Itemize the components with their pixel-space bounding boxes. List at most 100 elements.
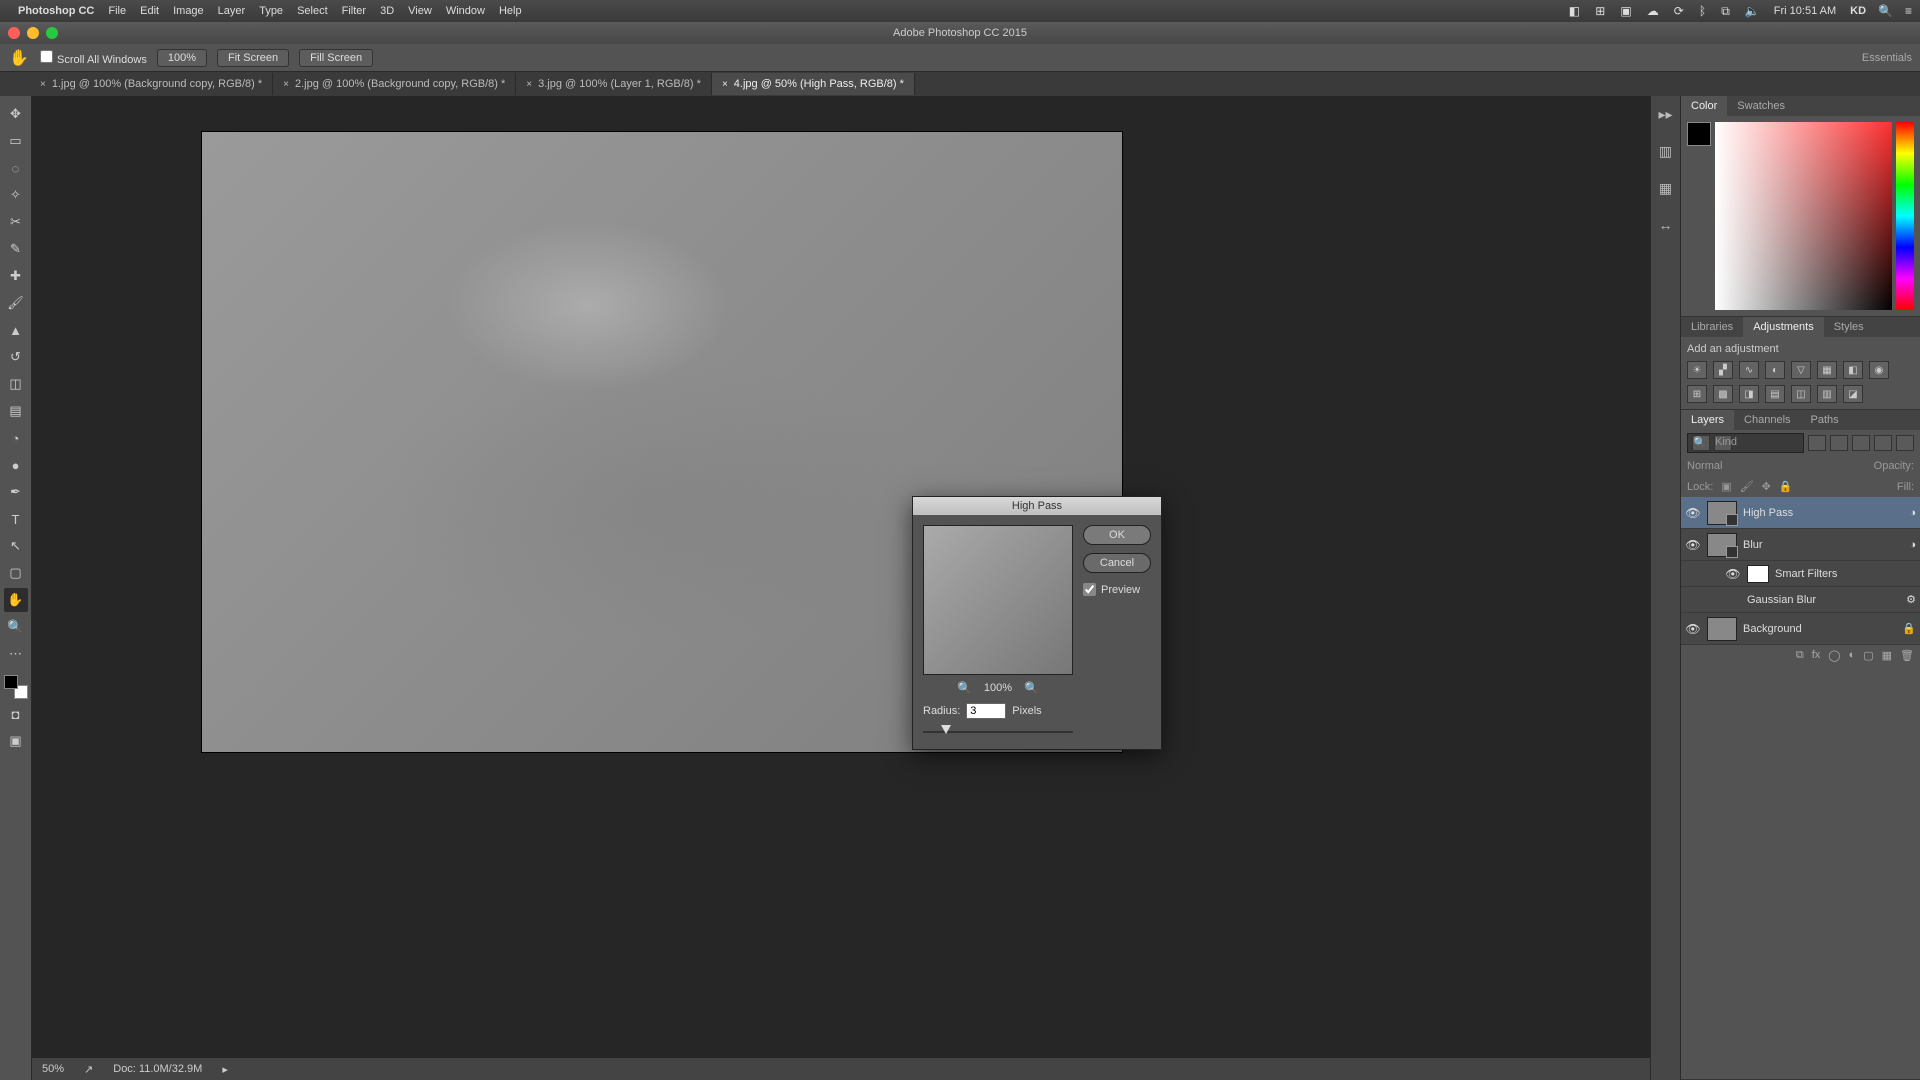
history-icon[interactable]: ▥ [1659,143,1672,160]
scroll-all-checkbox[interactable]: Scroll All Windows [40,50,147,66]
document-tab[interactable]: ×2.jpg @ 100% (Background copy, RGB/8) * [273,73,516,95]
layer-name[interactable]: Gaussian Blur [1747,594,1816,606]
group-icon[interactable]: ▢ [1863,649,1873,662]
crop-tool[interactable]: ✂ [4,210,28,234]
tab-libraries[interactable]: Libraries [1681,317,1743,337]
layer-fx-icon[interactable]: fx [1812,649,1821,662]
tab-layers[interactable]: Layers [1681,410,1734,430]
dodge-tool[interactable]: ● [4,453,28,477]
window-titlebar[interactable]: Adobe Photoshop CC 2015 [0,22,1920,44]
close-icon[interactable]: × [526,79,532,90]
invert-icon[interactable]: ◨ [1739,385,1759,403]
radius-slider[interactable] [923,725,1073,739]
tab-color[interactable]: Color [1681,96,1727,116]
delete-layer-icon[interactable]: 🗑 [1900,649,1914,662]
lock-pixels-icon[interactable]: 🖌 [1740,480,1754,493]
tray-icon[interactable]: ▣ [1620,4,1631,18]
volume-icon[interactable]: 🔈 [1745,4,1760,18]
menu-edit[interactable]: Edit [140,5,159,17]
high-pass-dialog[interactable]: High Pass 🔍 100% 🔍 Radius: Pixels [912,496,1162,750]
ok-button[interactable]: OK [1083,525,1151,545]
document-tab[interactable]: ×3.jpg @ 100% (Layer 1, RGB/8) * [516,73,712,95]
bw-icon[interactable]: ◧ [1843,361,1863,379]
eyedropper-tool[interactable]: ✎ [4,237,28,261]
gradient-map-icon[interactable]: ▥ [1817,385,1837,403]
status-chevron-icon[interactable]: ▸ [222,1063,228,1076]
link-layers-icon[interactable]: ⧉ [1796,649,1804,662]
filter-mask-thumbnail[interactable] [1747,565,1769,583]
edit-toolbar[interactable]: ⋯ [4,642,28,666]
tab-adjustments[interactable]: Adjustments [1743,317,1824,337]
info-icon[interactable]: ↔ [1659,217,1673,233]
exposure-icon[interactable]: ◐ [1765,361,1785,379]
quickmask-toggle[interactable]: ◘ [4,702,28,726]
dialog-title[interactable]: High Pass [913,497,1161,515]
selective-color-icon[interactable]: ◪ [1843,385,1863,403]
menubar-clock[interactable]: Fri 10:51 AM [1774,5,1836,17]
status-doc-size[interactable]: Doc: 11.0M/32.9M [113,1063,202,1075]
color-field[interactable] [1715,122,1892,310]
close-icon[interactable]: × [722,79,728,90]
screenmode-toggle[interactable]: ▣ [4,729,28,753]
filter-settings-icon[interactable]: ⚙ [1906,593,1916,606]
status-arrow-icon[interactable]: ↗ [84,1063,93,1076]
levels-icon[interactable]: ▞ [1713,361,1733,379]
canvas-area[interactable]: High Pass 🔍 100% 🔍 Radius: Pixels [32,96,1650,1080]
layer-row[interactable]: Gaussian Blur ⚙ [1681,587,1920,613]
filter-type-icon[interactable] [1852,435,1870,451]
type-tool[interactable]: T [4,507,28,531]
close-icon[interactable]: × [283,79,289,90]
marquee-tool[interactable]: ▭ [4,129,28,153]
hue-icon[interactable]: ▦ [1817,361,1837,379]
notifications-icon[interactable]: ≡ [1905,4,1912,18]
lock-position-icon[interactable]: ✥ [1762,480,1771,493]
layer-thumbnail[interactable] [1707,501,1737,525]
workspace-switcher[interactable]: Essentials [1862,52,1912,64]
color-swatch[interactable] [1687,122,1711,146]
preview-checkbox[interactable]: Preview [1083,583,1151,596]
hand-tool[interactable]: ✋ [4,588,28,612]
menu-file[interactable]: File [108,5,126,17]
close-icon[interactable]: × [40,79,46,90]
layer-mask-icon[interactable]: ◯ [1828,649,1840,662]
menu-help[interactable]: Help [499,5,522,17]
cancel-button[interactable]: Cancel [1083,553,1151,573]
zoom-tool[interactable]: 🔍 [4,615,28,639]
filter-shape-icon[interactable] [1874,435,1892,451]
menu-filter[interactable]: Filter [342,5,366,17]
menu-image[interactable]: Image [173,5,204,17]
spotlight-icon[interactable]: 🔍 [1878,4,1893,18]
menu-select[interactable]: Select [297,5,328,17]
layer-filter-kind[interactable]: 🔍Kind [1687,433,1804,453]
history-brush-tool[interactable]: ↺ [4,345,28,369]
hue-slider[interactable] [1896,122,1914,310]
new-layer-icon[interactable]: ▦ [1882,649,1892,662]
channel-mixer-icon[interactable]: ⊞ [1687,385,1707,403]
visibility-icon[interactable]: 👁 [1685,506,1701,520]
tray-icon[interactable]: ⟳ [1674,4,1684,18]
layer-thumbnail[interactable] [1707,617,1737,641]
visibility-icon[interactable]: 👁 [1685,538,1701,552]
zoom-out-icon[interactable]: 🔍 [957,681,972,695]
eraser-tool[interactable]: ◫ [4,372,28,396]
path-tool[interactable]: ↖ [4,534,28,558]
hand-tool-icon[interactable]: ✋ [8,47,30,69]
tray-icon[interactable]: ☁ [1647,4,1659,18]
layer-name[interactable]: Blur [1743,539,1763,551]
blur-tool[interactable]: ◔ [4,426,28,450]
properties-icon[interactable]: ▦ [1659,180,1672,197]
menu-view[interactable]: View [408,5,432,17]
adjustment-layer-icon[interactable]: ◐ [1849,649,1856,662]
menubar-user[interactable]: KD [1850,5,1866,17]
collapse-icon[interactable]: ▸▸ [1658,106,1672,123]
filter-smart-icon[interactable] [1896,435,1914,451]
zoom-in-icon[interactable]: 🔍 [1024,681,1039,695]
tab-paths[interactable]: Paths [1801,410,1849,430]
dialog-preview[interactable] [923,525,1073,675]
layer-row[interactable]: 👁 Background 🔒 [1681,613,1920,645]
visibility-icon[interactable]: 👁 [1725,567,1741,581]
document-tab[interactable]: ×4.jpg @ 50% (High Pass, RGB/8) * [712,73,915,95]
threshold-icon[interactable]: ◫ [1791,385,1811,403]
menu-window[interactable]: Window [446,5,485,17]
gradient-tool[interactable]: ▤ [4,399,28,423]
